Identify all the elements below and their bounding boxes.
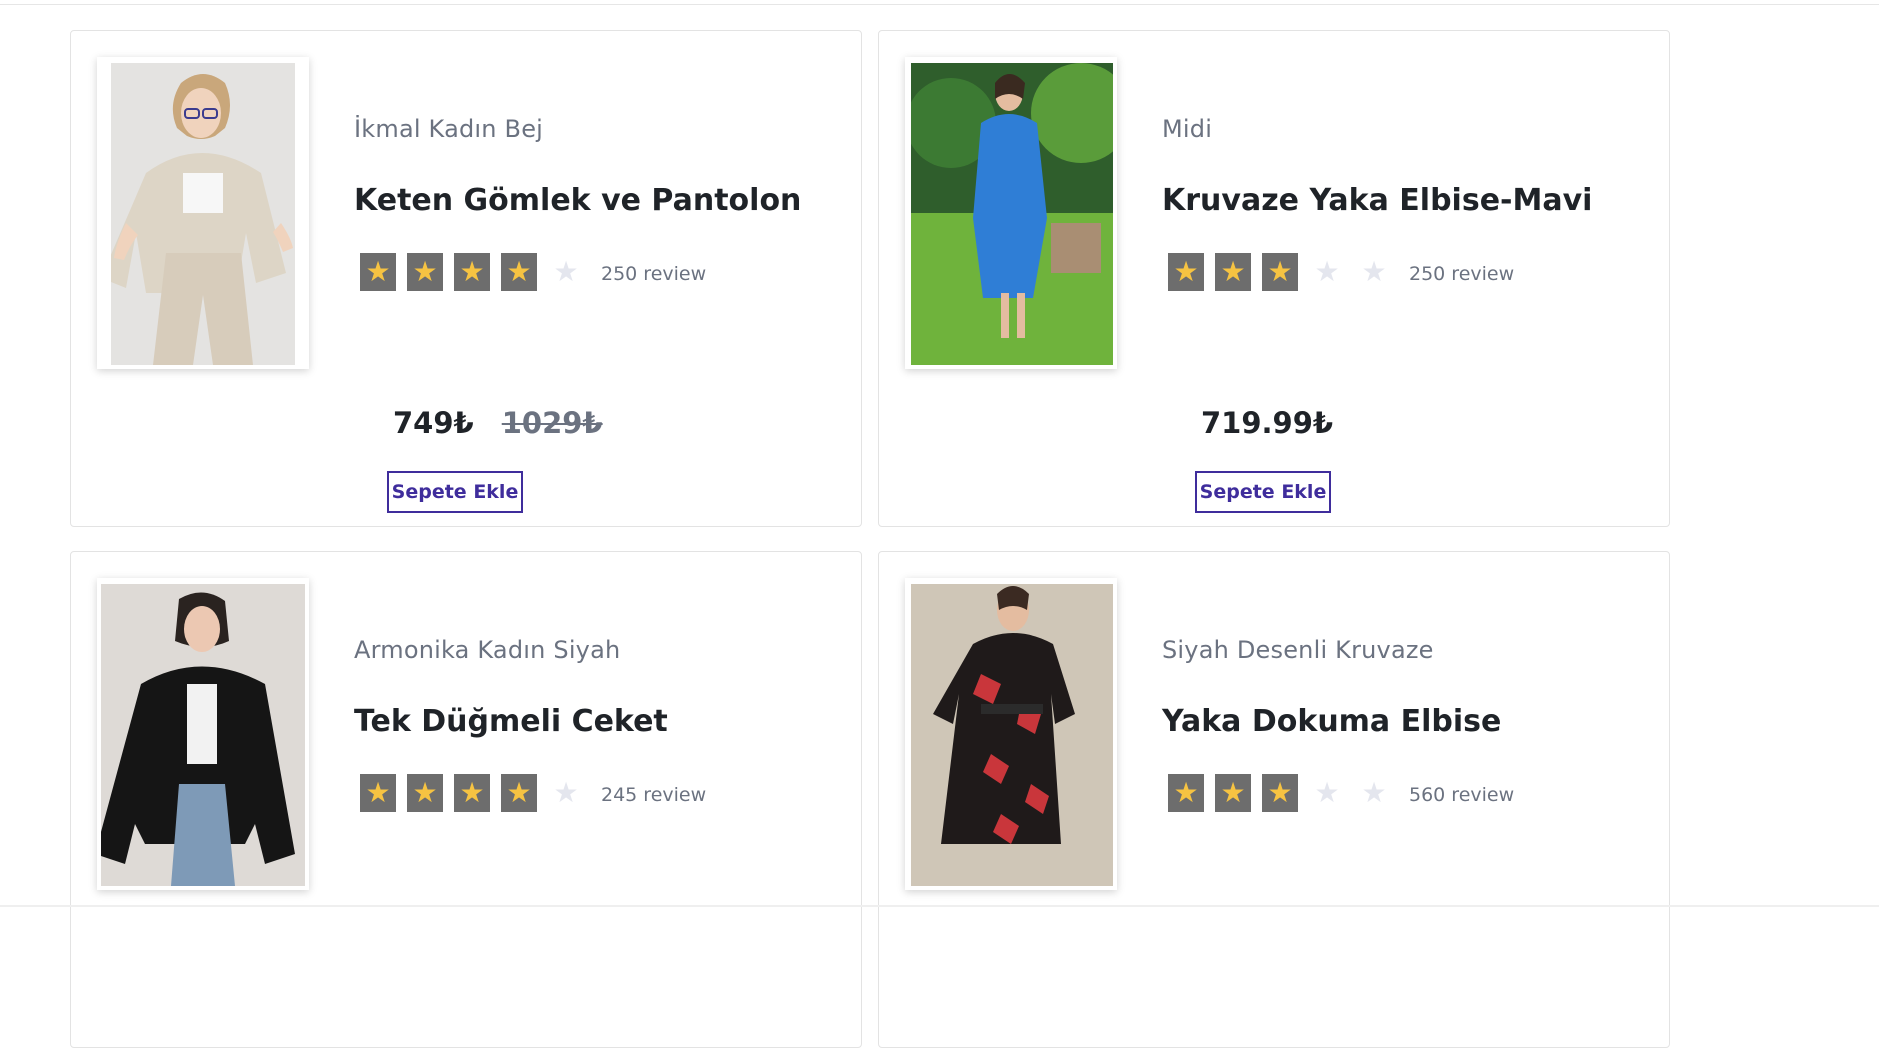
- add-to-cart-button[interactable]: Sepete Ekle: [1195, 471, 1331, 513]
- star-icon: ★: [501, 774, 537, 812]
- star-icon: ★: [553, 776, 579, 809]
- review-count: 250 review: [601, 263, 707, 285]
- star-icon: ★: [501, 253, 537, 291]
- current-price: 749₺: [393, 406, 474, 440]
- product-brand: Armonika Kadın Siyah: [354, 636, 621, 664]
- star-icon: ★: [1168, 774, 1204, 812]
- review-count: 250 review: [1409, 263, 1515, 285]
- review-count: 560 review: [1409, 784, 1515, 806]
- star-icon: ★: [360, 774, 396, 812]
- old-price: 1029₺: [501, 406, 603, 440]
- star-icon: ★: [1215, 253, 1251, 291]
- product-card[interactable]: İkmal Kadın Bej Keten Gömlek ve Pantolon…: [70, 30, 862, 527]
- product-title[interactable]: Yaka Dokuma Elbise: [1162, 704, 1501, 739]
- product-image[interactable]: [101, 584, 305, 886]
- star-icon: ★: [1215, 774, 1251, 812]
- product-title[interactable]: Tek Düğmeli Ceket: [354, 704, 668, 739]
- star-icon: ★: [1361, 255, 1387, 288]
- product-card[interactable]: Siyah Desenli Kruvaze Yaka Dokuma Elbise…: [878, 551, 1670, 1048]
- product-image-frame[interactable]: [97, 57, 309, 369]
- product-brand: İkmal Kadın Bej: [354, 115, 544, 143]
- review-count: 245 review: [601, 784, 707, 806]
- star-icon: ★: [407, 253, 443, 291]
- product-image-frame[interactable]: [905, 57, 1117, 369]
- star-icon: ★: [407, 774, 443, 812]
- star-icon: ★: [1314, 255, 1340, 288]
- product-brand: Siyah Desenli Kruvaze: [1162, 636, 1434, 664]
- star-icon: ★: [454, 774, 490, 812]
- star-icon: ★: [1262, 774, 1298, 812]
- star-icon: ★: [1262, 253, 1298, 291]
- product-image[interactable]: [911, 63, 1113, 365]
- star-icon: ★: [454, 253, 490, 291]
- product-image[interactable]: [911, 584, 1113, 886]
- rating-stars: ★ ★ ★ ★ ★: [1168, 774, 1403, 812]
- product-image-frame[interactable]: [905, 578, 1117, 890]
- product-title[interactable]: Keten Gömlek ve Pantolon: [354, 183, 801, 218]
- star-icon: ★: [360, 253, 396, 291]
- rating-stars: ★ ★ ★ ★ ★: [1168, 253, 1403, 291]
- star-icon: ★: [1361, 776, 1387, 809]
- add-to-cart-button[interactable]: Sepete Ekle: [387, 471, 523, 513]
- rating-stars: ★ ★ ★ ★ ★: [360, 253, 595, 291]
- product-title[interactable]: Kruvaze Yaka Elbise-Mavi: [1162, 183, 1592, 218]
- price-row: 749₺ 1029₺: [393, 406, 603, 440]
- current-price: 719.99₺: [1201, 406, 1334, 440]
- price-row: 719.99₺: [1201, 406, 1361, 440]
- star-icon: ★: [1314, 776, 1340, 809]
- product-card[interactable]: Armonika Kadın Siyah Tek Düğmeli Ceket ★…: [70, 551, 862, 1048]
- star-icon: ★: [553, 255, 579, 288]
- top-divider: [0, 4, 1879, 5]
- product-image-frame[interactable]: [97, 578, 309, 890]
- product-image[interactable]: [111, 63, 295, 365]
- rating-stars: ★ ★ ★ ★ ★: [360, 774, 595, 812]
- product-card[interactable]: Midi Kruvaze Yaka Elbise-Mavi ★ ★ ★ ★ ★ …: [878, 30, 1670, 527]
- star-icon: ★: [1168, 253, 1204, 291]
- product-brand: Midi: [1162, 115, 1213, 143]
